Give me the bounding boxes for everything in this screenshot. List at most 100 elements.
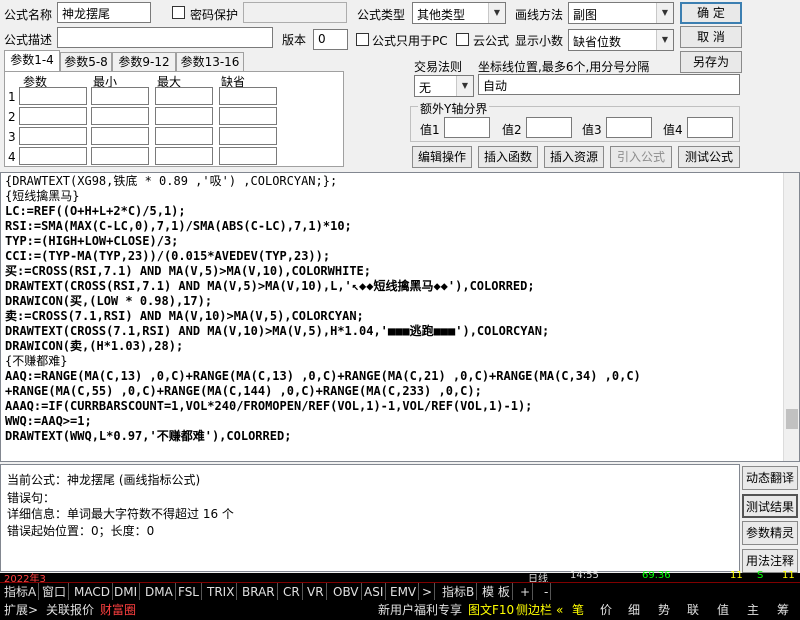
param-default-2[interactable] xyxy=(219,107,277,125)
value-tab[interactable]: 值 xyxy=(715,600,731,620)
param-max-4[interactable] xyxy=(155,147,213,165)
fsl-tab[interactable]: FSL xyxy=(176,583,202,601)
value3-input[interactable] xyxy=(606,117,652,138)
formula-desc-label: 公式描述 xyxy=(4,33,53,47)
pen-tab[interactable]: 笔 xyxy=(570,600,586,620)
price-text: 69.36 xyxy=(642,570,671,581)
formula-name-input[interactable]: 神龙摆尾 xyxy=(57,2,151,23)
param-default-1[interactable] xyxy=(219,87,277,105)
cr-tab[interactable]: CR xyxy=(281,583,303,601)
param-name-4[interactable] xyxy=(19,147,87,165)
dynamic-translate-button[interactable]: 动态翻译 xyxy=(742,466,798,490)
code-line: {短线擒黑马} xyxy=(5,189,80,203)
t2-text: S xyxy=(757,570,764,581)
formula-type-select[interactable]: 其他类型 ▼ xyxy=(412,2,506,24)
status-bar: 扩展> 关联报价 财富圈 新用户福利专享 图文F10 侧边栏 « 笔 价 细 势… xyxy=(0,600,800,620)
expand-button[interactable]: 扩展> xyxy=(2,600,40,620)
pc-only-checkbox[interactable] xyxy=(356,33,369,46)
tab-params-13-16[interactable]: 参数13-16 xyxy=(176,52,244,72)
indicator-b-tab[interactable]: 指标B xyxy=(440,583,478,601)
asi-tab[interactable]: ASI xyxy=(362,583,387,601)
price-tab[interactable]: 价 xyxy=(598,600,614,620)
error-sentence-text: 错误句： xyxy=(7,491,56,505)
param-max-2[interactable] xyxy=(155,107,213,125)
coord-input[interactable]: 自动 xyxy=(478,74,740,95)
code-line: +RANGE(MA(C,55) ,0,C)+RANGE(MA(C,144) ,0… xyxy=(5,384,482,398)
param-row-label: 3 xyxy=(8,130,16,144)
draw-method-select[interactable]: 副图 ▼ xyxy=(568,2,674,24)
vr-tab[interactable]: VR xyxy=(305,583,327,601)
param-name-2[interactable] xyxy=(19,107,87,125)
tab-params-9-12[interactable]: 参数9-12 xyxy=(112,52,176,72)
param-grid: 参数 最小 最大 缺省 1 2 3 4 xyxy=(4,71,344,167)
param-row-label: 1 xyxy=(8,90,16,104)
new-user-benefit-link[interactable]: 新用户福利专享 xyxy=(376,600,464,620)
dmi-tab[interactable]: DMI xyxy=(112,583,141,601)
obv-tab[interactable]: OBV xyxy=(331,583,362,601)
more-indicators-button[interactable]: > xyxy=(420,583,436,601)
trade-rule-select[interactable]: 无 ▼ xyxy=(414,75,474,97)
wealth-circle-button[interactable]: 财富圈 xyxy=(98,600,138,620)
template-tab[interactable]: 模 板 xyxy=(480,583,513,601)
insert-resource-button[interactable]: 插入资源 xyxy=(544,146,604,168)
param-min-1[interactable] xyxy=(91,87,149,105)
param-wizard-button[interactable]: 参数精灵 xyxy=(742,521,798,545)
insert-function-button[interactable]: 插入函数 xyxy=(478,146,538,168)
formula-desc-input[interactable] xyxy=(57,27,273,48)
value1-input[interactable] xyxy=(444,117,490,138)
brar-tab[interactable]: BRAR xyxy=(240,583,278,601)
param-name-1[interactable] xyxy=(19,87,87,105)
sidebar-button[interactable]: 侧边栏 xyxy=(514,600,554,620)
macd-tab[interactable]: MACD xyxy=(72,583,113,601)
version-input[interactable]: 0 xyxy=(313,29,348,50)
param-row-label: 2 xyxy=(8,110,16,124)
test-formula-button[interactable]: 测试公式 xyxy=(678,146,740,168)
trix-tab[interactable]: TRIX xyxy=(205,583,238,601)
value4-input[interactable] xyxy=(687,117,733,138)
code-editor[interactable]: {DRAWTEXT(XG98,铁底 * 0.89 ,'吸') ,COLORCYA… xyxy=(0,172,800,462)
param-max-1[interactable] xyxy=(155,87,213,105)
save-as-button[interactable]: 另存为 xyxy=(680,51,742,73)
dma-tab[interactable]: DMA xyxy=(143,583,176,601)
param-max-3[interactable] xyxy=(155,127,213,145)
ok-button[interactable]: 确 定 xyxy=(680,2,742,24)
error-detail-text: 详细信息：单词最大字符数不得超过 16 个 xyxy=(7,507,234,521)
link-tab[interactable]: 联 xyxy=(685,600,701,620)
window-tab[interactable]: 窗口 xyxy=(40,583,70,601)
tab-params-1-4[interactable]: 参数1-4 xyxy=(4,50,60,72)
decimals-select[interactable]: 缺省位数 ▼ xyxy=(568,29,674,51)
trend-tab[interactable]: 势 xyxy=(656,600,672,620)
detail-tab[interactable]: 细 xyxy=(626,600,642,620)
collapse-icon[interactable]: « xyxy=(554,600,565,620)
tab-params-5-8[interactable]: 参数5-8 xyxy=(60,52,112,72)
param-min-3[interactable] xyxy=(91,127,149,145)
code-line: 卖:=CROSS(7.1,RSI) AND MA(V,10)>MA(V,5),C… xyxy=(5,309,364,323)
minus-button[interactable]: - xyxy=(542,583,552,601)
trade-rule-label: 交易法则 xyxy=(414,60,463,74)
value2-input[interactable] xyxy=(526,117,572,138)
value4-label: 值4 xyxy=(663,123,683,137)
emv-tab[interactable]: EMV xyxy=(388,583,420,601)
param-min-2[interactable] xyxy=(91,107,149,125)
cloud-checkbox[interactable] xyxy=(456,33,469,46)
param-min-4[interactable] xyxy=(91,147,149,165)
scrollbar-thumb[interactable] xyxy=(786,409,798,429)
f10-button[interactable]: 图文F10 xyxy=(466,600,516,620)
plus-button[interactable]: + xyxy=(518,583,534,601)
cancel-button[interactable]: 取 消 xyxy=(680,26,742,48)
indicator-a-tab[interactable]: 指标A xyxy=(2,583,40,601)
formula-name-label: 公式名称 xyxy=(4,8,53,22)
password-checkbox[interactable] xyxy=(172,6,185,19)
param-default-4[interactable] xyxy=(219,147,277,165)
test-result-button[interactable]: 测试结果 xyxy=(742,494,798,518)
related-quotes-button[interactable]: 关联报价 xyxy=(44,600,96,620)
import-formula-button[interactable]: 引入公式 xyxy=(610,146,672,168)
param-default-3[interactable] xyxy=(219,127,277,145)
main-tab[interactable]: 主 xyxy=(745,600,761,620)
param-name-3[interactable] xyxy=(19,127,87,145)
edit-ops-button[interactable]: 编辑操作 xyxy=(412,146,472,168)
chips-tab[interactable]: 筹 xyxy=(775,600,791,620)
draw-method-value: 副图 xyxy=(573,8,598,22)
editor-scrollbar[interactable] xyxy=(783,173,799,461)
code-line: {不赚都难} xyxy=(5,354,68,368)
